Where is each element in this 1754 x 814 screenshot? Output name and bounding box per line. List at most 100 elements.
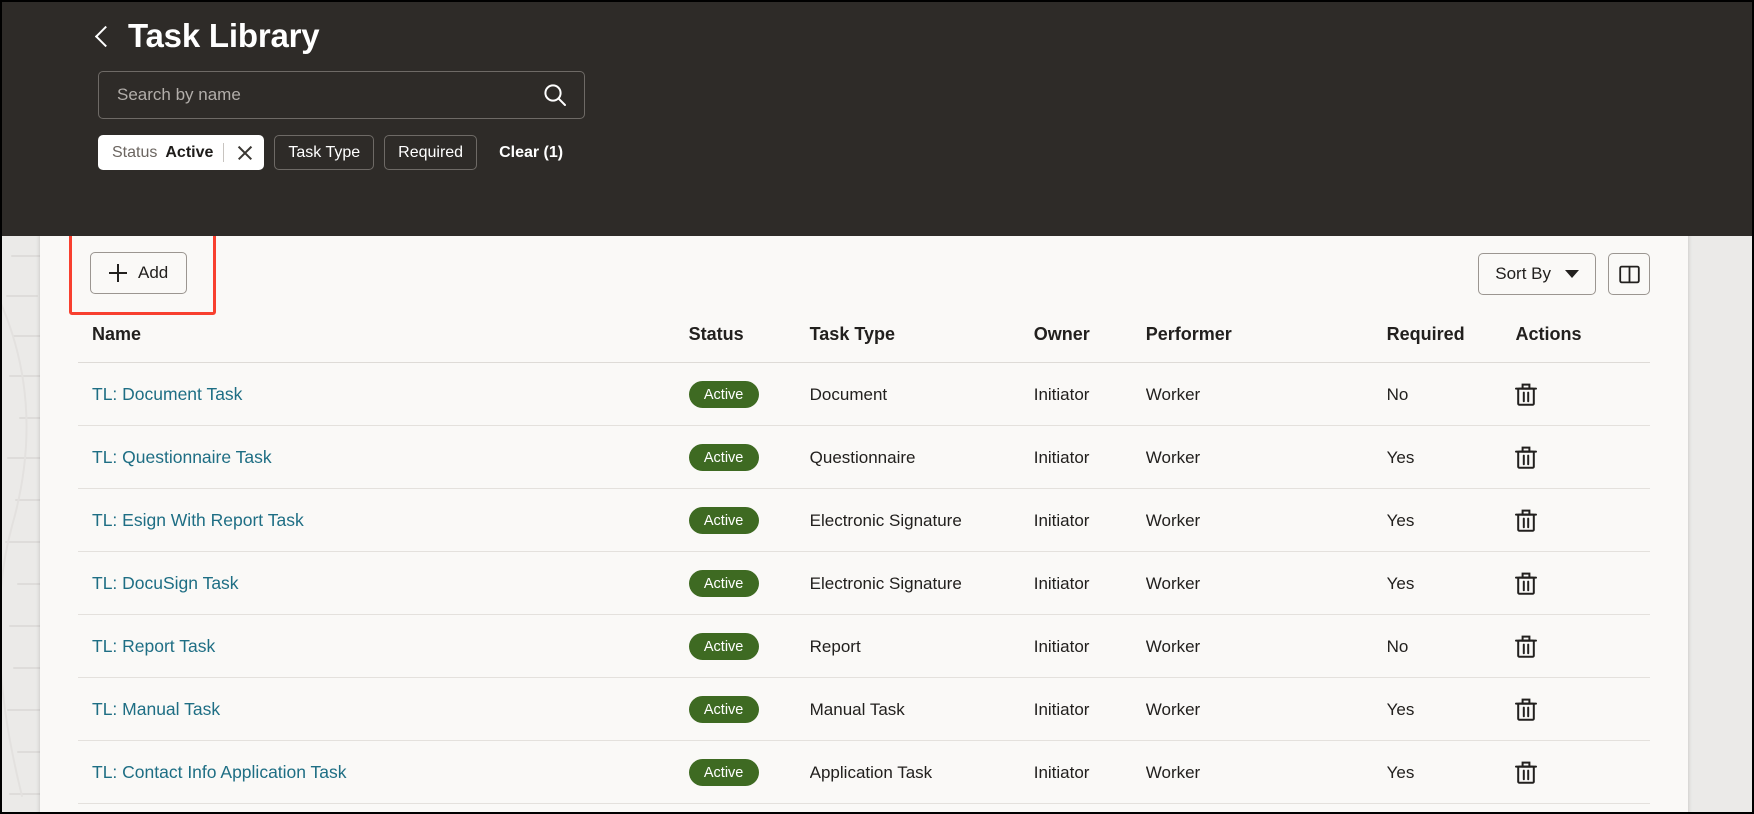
cell-actions bbox=[1515, 488, 1650, 552]
card-body: Add Sort By Name Status Task Type Owner … bbox=[40, 220, 1688, 804]
toolbar-right-group: Sort By bbox=[1478, 253, 1650, 295]
column-header-status: Status bbox=[688, 324, 810, 363]
columns-layout-button[interactable] bbox=[1608, 253, 1650, 295]
trash-icon[interactable] bbox=[1515, 635, 1538, 659]
cell-performer: Worker bbox=[1145, 362, 1387, 426]
delete-row-button[interactable] bbox=[1515, 572, 1650, 596]
table-row: TL: Contact Info Application Task Active A… bbox=[78, 740, 1650, 804]
task-library-table: Name Status Task Type Owner Performer Re… bbox=[78, 324, 1650, 804]
add-button-highlight: Add bbox=[69, 233, 217, 315]
table-body: TL: Document Task Active Document Initiator… bbox=[78, 362, 1650, 804]
status-badge: Active bbox=[688, 570, 759, 597]
filter-chip-key: Status bbox=[112, 143, 158, 161]
filter-chip-value: Active bbox=[165, 143, 214, 161]
search-box[interactable] bbox=[98, 71, 585, 120]
filter-chip-row: Status Active Task Type Required Clear (… bbox=[98, 135, 1752, 171]
cell-owner: Initiator bbox=[1033, 425, 1146, 489]
cell-actions bbox=[1515, 425, 1650, 489]
delete-row-button[interactable] bbox=[1515, 761, 1650, 785]
filter-chip-required[interactable]: Required bbox=[384, 135, 478, 171]
task-name-link[interactable]: TL: Document Task bbox=[92, 384, 242, 404]
title-row: Task Library bbox=[2, 2, 1752, 54]
table-row: TL: Questionnaire Task Active Questionnair… bbox=[78, 425, 1650, 489]
columns-layout-icon bbox=[1618, 265, 1640, 283]
cell-status: Active bbox=[688, 614, 810, 678]
trash-icon[interactable] bbox=[1515, 698, 1538, 722]
cell-name: TL: Report Task bbox=[78, 614, 689, 678]
trash-icon[interactable] bbox=[1515, 383, 1538, 407]
task-name-link[interactable]: TL: Manual Task bbox=[92, 699, 220, 719]
filter-chip-task-type[interactable]: Task Type bbox=[274, 135, 375, 171]
cell-performer: Worker bbox=[1145, 740, 1387, 804]
task-name-link[interactable]: TL: Questionnaire Task bbox=[92, 447, 272, 467]
task-name-link[interactable]: TL: Report Task bbox=[92, 636, 215, 656]
search-input[interactable] bbox=[117, 85, 542, 106]
trash-icon[interactable] bbox=[1515, 761, 1538, 785]
column-header-required: Required bbox=[1386, 324, 1516, 363]
delete-row-button[interactable] bbox=[1515, 446, 1650, 470]
add-button[interactable]: Add bbox=[90, 252, 188, 294]
delete-row-button[interactable] bbox=[1515, 635, 1650, 659]
cell-required: No bbox=[1386, 614, 1516, 678]
trash-icon[interactable] bbox=[1515, 446, 1538, 470]
filter-chip-required-label: Required bbox=[398, 143, 464, 161]
cell-owner: Initiator bbox=[1033, 740, 1146, 804]
column-header-task-type: Task Type bbox=[809, 324, 1034, 363]
filter-chip-separator bbox=[223, 143, 225, 163]
close-icon[interactable] bbox=[234, 142, 256, 164]
delete-row-button[interactable] bbox=[1515, 383, 1650, 407]
plus-icon bbox=[109, 264, 127, 282]
filter-chip-status-active[interactable]: Status Active bbox=[98, 135, 265, 171]
back-button[interactable] bbox=[92, 21, 114, 51]
chevron-down-icon bbox=[1565, 270, 1579, 278]
search-icon[interactable] bbox=[542, 82, 568, 108]
cell-performer: Worker bbox=[1145, 488, 1387, 552]
cell-status: Active bbox=[688, 551, 810, 615]
cell-owner: Initiator bbox=[1033, 362, 1146, 426]
cell-owner: Initiator bbox=[1033, 551, 1146, 615]
cell-actions bbox=[1515, 740, 1650, 804]
task-name-link[interactable]: TL: Esign With Report Task bbox=[92, 510, 304, 530]
column-header-performer: Performer bbox=[1145, 324, 1387, 363]
cell-status: Active bbox=[688, 488, 810, 552]
status-badge: Active bbox=[688, 759, 759, 786]
cell-task-type: Electronic Signature bbox=[809, 551, 1034, 615]
table-head: Name Status Task Type Owner Performer Re… bbox=[78, 324, 1650, 363]
cell-required: Yes bbox=[1386, 740, 1516, 804]
page-title: Task Library bbox=[128, 17, 320, 54]
cell-name: TL: Esign With Report Task bbox=[78, 488, 689, 552]
filter-chip-task-type-label: Task Type bbox=[288, 143, 361, 161]
column-header-name: Name bbox=[78, 324, 689, 363]
sort-by-button[interactable]: Sort By bbox=[1478, 253, 1596, 295]
trash-icon[interactable] bbox=[1515, 509, 1538, 533]
cell-status: Active bbox=[688, 677, 810, 741]
column-header-owner: Owner bbox=[1033, 324, 1146, 363]
cell-status: Active bbox=[688, 425, 810, 489]
cell-owner: Initiator bbox=[1033, 614, 1146, 678]
cell-performer: Worker bbox=[1145, 425, 1387, 489]
table-row: TL: DocuSign Task Active Electronic Signat… bbox=[78, 551, 1650, 615]
task-name-link[interactable]: TL: Contact Info Application Task bbox=[92, 762, 347, 782]
clear-filters-button[interactable]: Clear (1) bbox=[499, 144, 563, 162]
table-row: TL: Esign With Report Task Active Electron… bbox=[78, 488, 1650, 552]
cell-required: Yes bbox=[1386, 551, 1516, 615]
app-screen: Add Sort By Name Status Task Type Owner … bbox=[2, 2, 1752, 812]
table-header-row: Name Status Task Type Owner Performer Re… bbox=[78, 324, 1650, 363]
cell-owner: Initiator bbox=[1033, 488, 1146, 552]
cell-required: No bbox=[1386, 362, 1516, 426]
column-header-actions: Actions bbox=[1515, 324, 1650, 363]
table-row: TL: Report Task Active Report Initiator Work… bbox=[78, 614, 1650, 678]
cell-required: Yes bbox=[1386, 488, 1516, 552]
add-button-label: Add bbox=[138, 263, 169, 282]
cell-status: Active bbox=[688, 740, 810, 804]
trash-icon[interactable] bbox=[1515, 572, 1538, 596]
cell-performer: Worker bbox=[1145, 551, 1387, 615]
cell-actions bbox=[1515, 614, 1650, 678]
delete-row-button[interactable] bbox=[1515, 698, 1650, 722]
cell-owner: Initiator bbox=[1033, 677, 1146, 741]
cell-task-type: Electronic Signature bbox=[809, 488, 1034, 552]
delete-row-button[interactable] bbox=[1515, 509, 1650, 533]
cell-task-type: Report bbox=[809, 614, 1034, 678]
task-name-link[interactable]: TL: DocuSign Task bbox=[92, 573, 239, 593]
table-row: TL: Manual Task Active Manual Task Initiato… bbox=[78, 677, 1650, 741]
